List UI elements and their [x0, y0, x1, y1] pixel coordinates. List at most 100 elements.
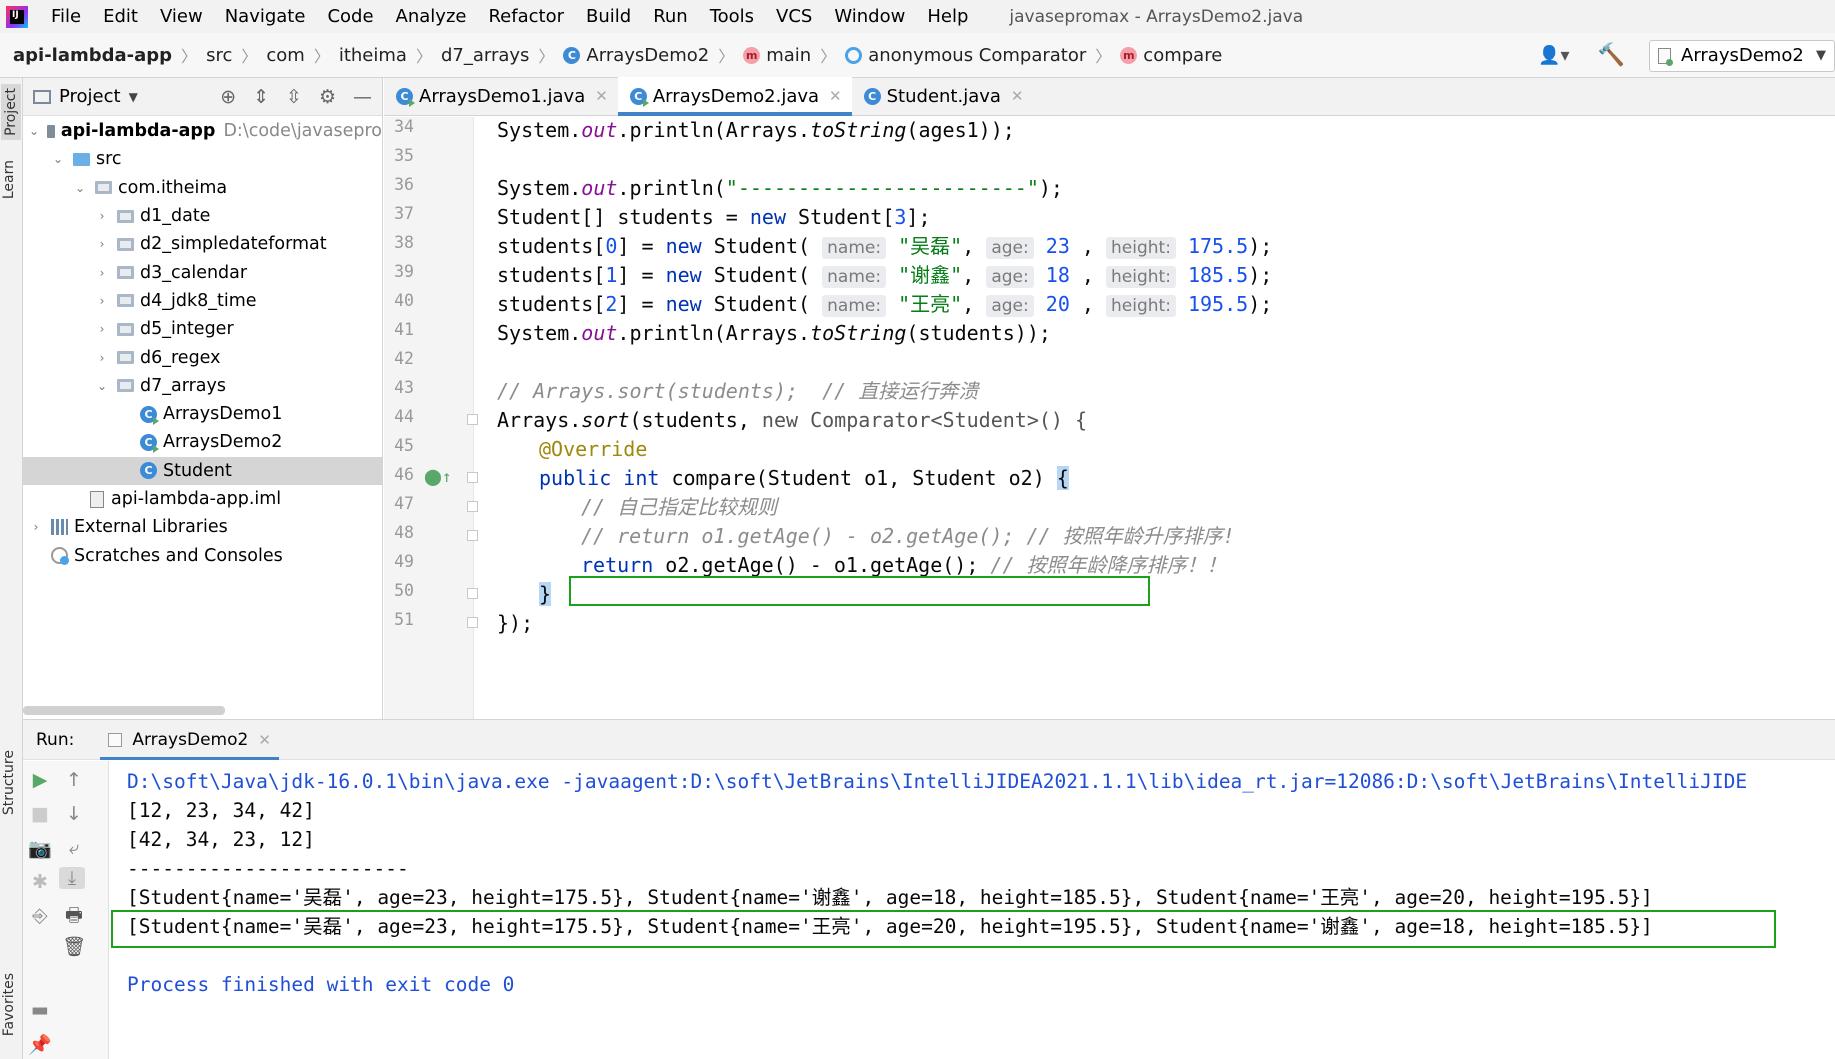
menu-navigate[interactable]: Navigate	[214, 6, 317, 27]
tree-item-d3-calendar[interactable]: › d3_calendar	[23, 258, 382, 286]
layout-icon[interactable]: ▬	[27, 999, 53, 1021]
chevron-right-icon[interactable]: ›	[95, 294, 109, 308]
trash-icon[interactable]: 🗑	[61, 935, 87, 958]
scroll-to-end-icon[interactable]: ⤓	[59, 867, 85, 889]
line-number: 46	[394, 465, 414, 484]
pin-icon[interactable]: 📌	[27, 1033, 53, 1056]
code-area[interactable]: System.out.println(Arrays.toString(ages1…	[477, 117, 1835, 719]
tree-item-d7-arrays[interactable]: ⌄ d7_arrays	[23, 372, 382, 400]
class-icon: C	[563, 46, 581, 64]
menu-file[interactable]: File	[40, 6, 92, 27]
chevron-down-icon[interactable]: ▼	[129, 90, 138, 104]
chevron-right-icon[interactable]: ›	[29, 520, 43, 534]
menu-run[interactable]: Run	[642, 6, 699, 27]
locate-icon[interactable]: ⊕	[220, 86, 236, 108]
tab-label: Student.java	[886, 85, 1001, 107]
tree-item-com-itheima[interactable]: ⌄ com.itheima	[23, 174, 382, 202]
chevron-down-icon[interactable]: ⌄	[73, 181, 87, 195]
breadcrumb-package[interactable]: d7_arrays	[441, 45, 529, 66]
collapse-all-icon[interactable]: ⇳	[286, 86, 302, 108]
menu-help[interactable]: Help	[916, 6, 979, 27]
tree-item-d4-jdk8-time[interactable]: › d4_jdk8_time	[23, 287, 382, 315]
tree-item-iml[interactable]: api-lambda-app.iml	[23, 485, 382, 513]
menu-edit[interactable]: Edit	[92, 6, 149, 27]
close-icon[interactable]: ✕	[595, 87, 608, 105]
hide-icon[interactable]: —	[353, 86, 372, 108]
chevron-right-icon[interactable]: ›	[95, 209, 109, 223]
breadcrumb-method-compare[interactable]: compare	[1143, 45, 1222, 66]
line-number: 43	[394, 378, 414, 397]
expand-all-icon[interactable]: ⇕	[253, 86, 269, 108]
tree-item-d6-regex[interactable]: › d6_regex	[23, 343, 382, 371]
side-tab-favorites[interactable]: Favorites	[1, 973, 17, 1036]
tree-item-student[interactable]: C Student	[23, 456, 382, 485]
menu-build[interactable]: Build	[575, 6, 642, 27]
user-dropdown-icon[interactable]: 👤▾	[1538, 45, 1569, 66]
rerun-icon[interactable]: ▶	[27, 769, 53, 791]
menu-analyze[interactable]: Analyze	[385, 6, 478, 27]
close-icon[interactable]: ✕	[1011, 87, 1024, 105]
side-tab-structure[interactable]: Structure	[1, 750, 17, 815]
tree-item-src[interactable]: ⌄ src	[23, 145, 382, 173]
arrow-up-icon[interactable]: ↑	[61, 769, 87, 791]
chevron-right-icon[interactable]: ›	[95, 266, 109, 280]
tree-item-path: D:\code\javasepro	[223, 121, 382, 142]
debug-icon[interactable]: ✱	[27, 871, 53, 893]
horizontal-scrollbar[interactable]	[23, 706, 225, 715]
chevron-right-icon[interactable]: ›	[95, 237, 109, 251]
project-panel-header: Project ▼ ⊕ ⇕ ⇳ ⚙ —	[23, 78, 382, 116]
chevron-down-icon[interactable]: ⌄	[51, 152, 65, 166]
override-marker-icon[interactable]: ⬤↑	[424, 467, 452, 486]
tree-item-d1-date[interactable]: › d1_date	[23, 202, 382, 230]
side-tab-project[interactable]: Project	[1, 84, 21, 140]
tree-item-module[interactable]: ⌄ api-lambda-app D:\code\javasepro	[23, 117, 382, 145]
print-icon[interactable]: 🖶	[61, 901, 87, 933]
breadcrumb-src[interactable]: src	[206, 45, 232, 66]
breadcrumb-class[interactable]: ArraysDemo2	[586, 45, 709, 66]
breadcrumb-itheima[interactable]: itheima	[339, 45, 407, 66]
close-icon[interactable]: ✕	[258, 731, 271, 749]
close-icon[interactable]: ✕	[829, 87, 842, 105]
hammer-icon[interactable]: 🔨	[1598, 43, 1625, 68]
stop-icon[interactable]: ■	[27, 803, 53, 825]
chevron-down-icon[interactable]: ⌄	[95, 379, 109, 393]
menu-code[interactable]: Code	[316, 6, 384, 27]
breadcrumb-method-main[interactable]: main	[766, 45, 811, 66]
gear-icon[interactable]: ⚙	[319, 86, 336, 108]
menu-view[interactable]: View	[149, 6, 214, 27]
tab-student[interactable]: C Student.java ✕	[852, 77, 1034, 115]
camera-icon[interactable]: 📷	[27, 837, 53, 860]
breadcrumb-com[interactable]: com	[266, 45, 304, 66]
tree-item-external-libraries[interactable]: › External Libraries	[23, 513, 382, 541]
menu-refactor[interactable]: Refactor	[477, 6, 575, 27]
tree-item-d2-simpledateformat[interactable]: › d2_simpledateformat	[23, 230, 382, 258]
tree-item-scratches[interactable]: Scratches and Consoles	[23, 541, 382, 569]
breadcrumb-project[interactable]: api-lambda-app	[13, 45, 172, 66]
source-folder-icon	[73, 152, 90, 166]
line-number: 45	[394, 436, 414, 455]
tree-item-arraysdemo1[interactable]: C ArraysDemo1	[23, 400, 382, 428]
chevron-right-icon[interactable]: ›	[95, 322, 109, 336]
tree-item-arraysdemo2[interactable]: C ArraysDemo2	[23, 428, 382, 456]
run-tab-arraysdemo2[interactable]: ArraysDemo2 ✕	[100, 720, 279, 760]
chevron-right-icon[interactable]: ›	[95, 351, 109, 365]
code-line-39: students[1] = new Student( name: "谢鑫", a…	[497, 263, 1273, 288]
navbar-toolbar: 👤▾ 🔨 ArraysDemo2 ▼	[1538, 33, 1835, 78]
side-tab-learn[interactable]: Learn	[1, 160, 17, 199]
chevron-right-icon: 〉	[181, 47, 198, 66]
run-config-select[interactable]: ArraysDemo2 ▼	[1649, 39, 1835, 72]
menu-vcs[interactable]: VCS	[765, 6, 823, 27]
breadcrumb-anonymous[interactable]: anonymous Comparator	[868, 45, 1086, 66]
tree-item-label: d6_regex	[140, 347, 221, 368]
tab-arraysdemo1[interactable]: C ArraysDemo1.java ✕	[384, 77, 618, 115]
console-line: Process finished with exit code 0	[127, 973, 515, 996]
project-view-select[interactable]: Project	[59, 86, 121, 107]
restore-icon[interactable]: ⎆	[27, 905, 53, 927]
tab-arraysdemo2[interactable]: C ArraysDemo2.java ✕	[617, 77, 852, 116]
arrow-down-icon[interactable]: ↓	[61, 803, 87, 825]
tree-item-d5-integer[interactable]: › d5_integer	[23, 315, 382, 343]
chevron-down-icon[interactable]: ⌄	[29, 124, 39, 138]
menu-window[interactable]: Window	[823, 6, 916, 27]
soft-wrap-icon[interactable]: ⤶	[61, 837, 87, 859]
menu-tools[interactable]: Tools	[699, 6, 765, 27]
